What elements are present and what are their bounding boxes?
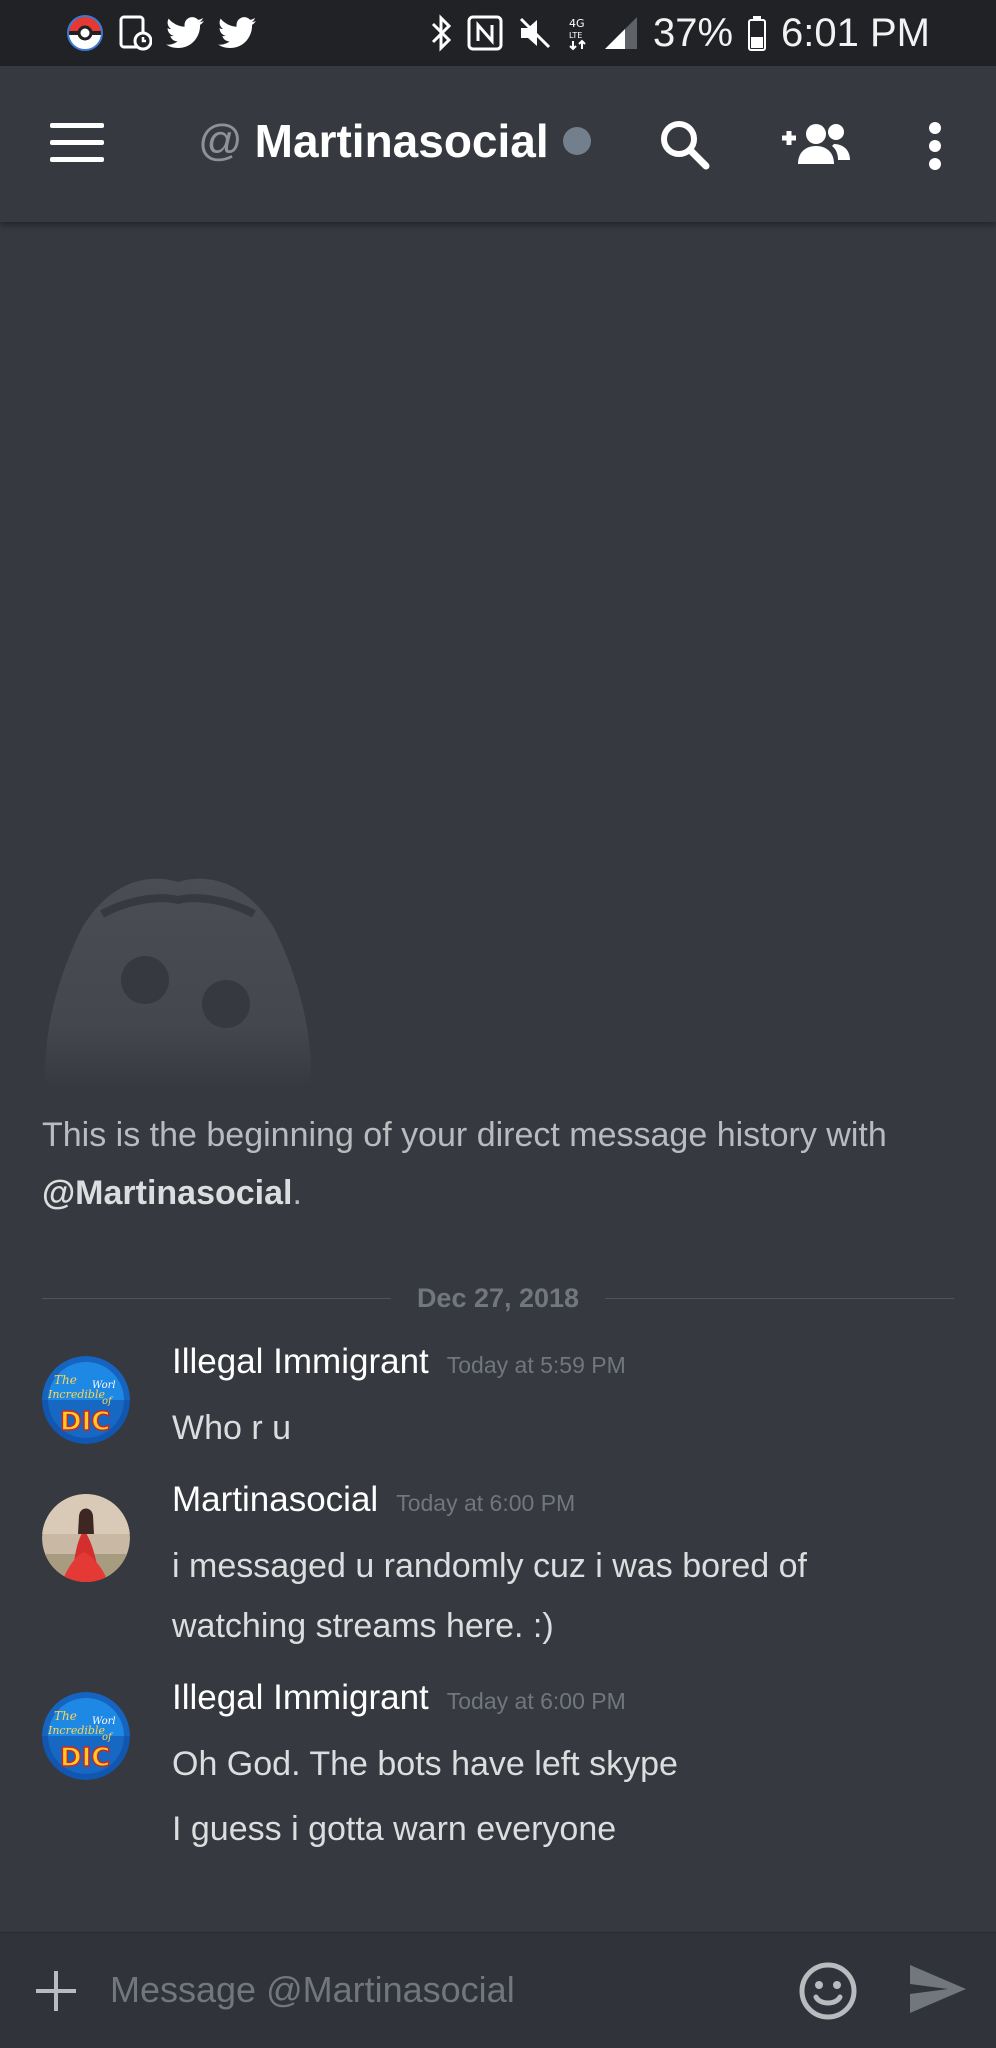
mute-icon (517, 15, 553, 51)
intro-mention[interactable]: @Martinasocial (42, 1174, 292, 1212)
svg-text:The: The (54, 1709, 77, 1723)
message-author[interactable]: Martinasocial (172, 1480, 378, 1520)
message-timestamp: Today at 5:59 PM (446, 1352, 626, 1378)
twitter-icon (166, 17, 204, 49)
message-header: Illegal Immigrant Today at 5:59 PM (172, 1342, 962, 1398)
svg-text:Worl: Worl (92, 1716, 116, 1727)
channel-name: Martinasocial (254, 115, 549, 167)
message-composer (0, 1932, 996, 2048)
message-text: I guess i gotta warn everyone (172, 1810, 617, 1848)
pokeball-icon (66, 14, 104, 52)
svg-text:LTE: LTE (569, 31, 582, 40)
menu-icon[interactable] (50, 123, 104, 163)
plus-icon[interactable] (36, 1971, 76, 2011)
date-divider: Dec 27, 2018 (42, 1280, 955, 1316)
divider-date: Dec 27, 2018 (416, 1282, 580, 1313)
message-text: i messaged u randomly cuz i was bored of (172, 1547, 807, 1585)
divider-line (605, 1297, 955, 1299)
nfc-icon (467, 15, 503, 51)
svg-text:Worl: Worl (92, 1380, 116, 1391)
message-text: Oh God. The bots have left skype (172, 1745, 678, 1783)
channel-header: @ Martinasocial (0, 66, 996, 222)
intro-text: This is the beginning of your direct mes… (42, 1116, 887, 1154)
emoji-icon[interactable] (798, 1961, 858, 2025)
battery-percent: 37% (652, 10, 734, 55)
message-author[interactable]: Illegal Immigrant (172, 1678, 429, 1718)
message-text: watching streams here. :) (172, 1607, 554, 1645)
lte-icon: 4G LTE (567, 15, 589, 51)
message-timestamp: Today at 6:00 PM (446, 1688, 626, 1714)
svg-text:4G: 4G (569, 17, 585, 30)
dm-intro-text: This is the beginning of your direct mes… (42, 1106, 962, 1222)
clock: 6:01 PM (781, 10, 930, 55)
status-dot (562, 127, 591, 155)
status-bar-right: 4G LTE 37% 6:01 PM (429, 11, 930, 56)
more-options-icon[interactable] (920, 120, 950, 172)
svg-text:DIC: DIC (60, 1407, 110, 1437)
avatar[interactable]: The Incredible Worl of DIC (42, 1356, 130, 1444)
intro-suffix: . (292, 1174, 302, 1212)
bluetooth-icon (429, 14, 453, 52)
channel-title: @ Martinasocial (198, 114, 591, 168)
message-timestamp: Today at 6:00 PM (396, 1490, 576, 1516)
message-header: Martinasocial Today at 6:00 PM (172, 1480, 962, 1536)
send-icon[interactable] (908, 1963, 968, 2019)
avatar[interactable] (42, 1494, 130, 1582)
message-header: Illegal Immigrant Today at 6:00 PM (172, 1678, 962, 1734)
at-symbol: @ (198, 116, 243, 165)
twitter-icon (218, 17, 256, 49)
battery-icon (747, 15, 767, 51)
search-icon[interactable] (656, 116, 712, 172)
add-friend-icon[interactable] (780, 116, 852, 172)
message-text: Who r u (172, 1409, 292, 1447)
status-bar: 4G LTE 37% 6:01 PM (0, 0, 996, 66)
status-bar-left (66, 14, 256, 52)
message-input[interactable] (110, 1955, 770, 2025)
message-body: Illegal Immigrant Today at 5:59 PM Who r… (172, 1342, 962, 1458)
message-body: Illegal Immigrant Today at 6:00 PM Oh Go… (172, 1678, 962, 1859)
discord-logo-icon (42, 868, 314, 1092)
avatar[interactable]: The Incredible Worl of DIC (42, 1692, 130, 1780)
svg-text:The: The (54, 1373, 77, 1387)
svg-text:DIC: DIC (60, 1743, 110, 1773)
message-author[interactable]: Illegal Immigrant (172, 1342, 429, 1382)
divider-line (42, 1297, 391, 1299)
signal-icon (603, 15, 639, 51)
screenshot-icon (118, 14, 152, 52)
message-body: Martinasocial Today at 6:00 PM i message… (172, 1480, 962, 1656)
